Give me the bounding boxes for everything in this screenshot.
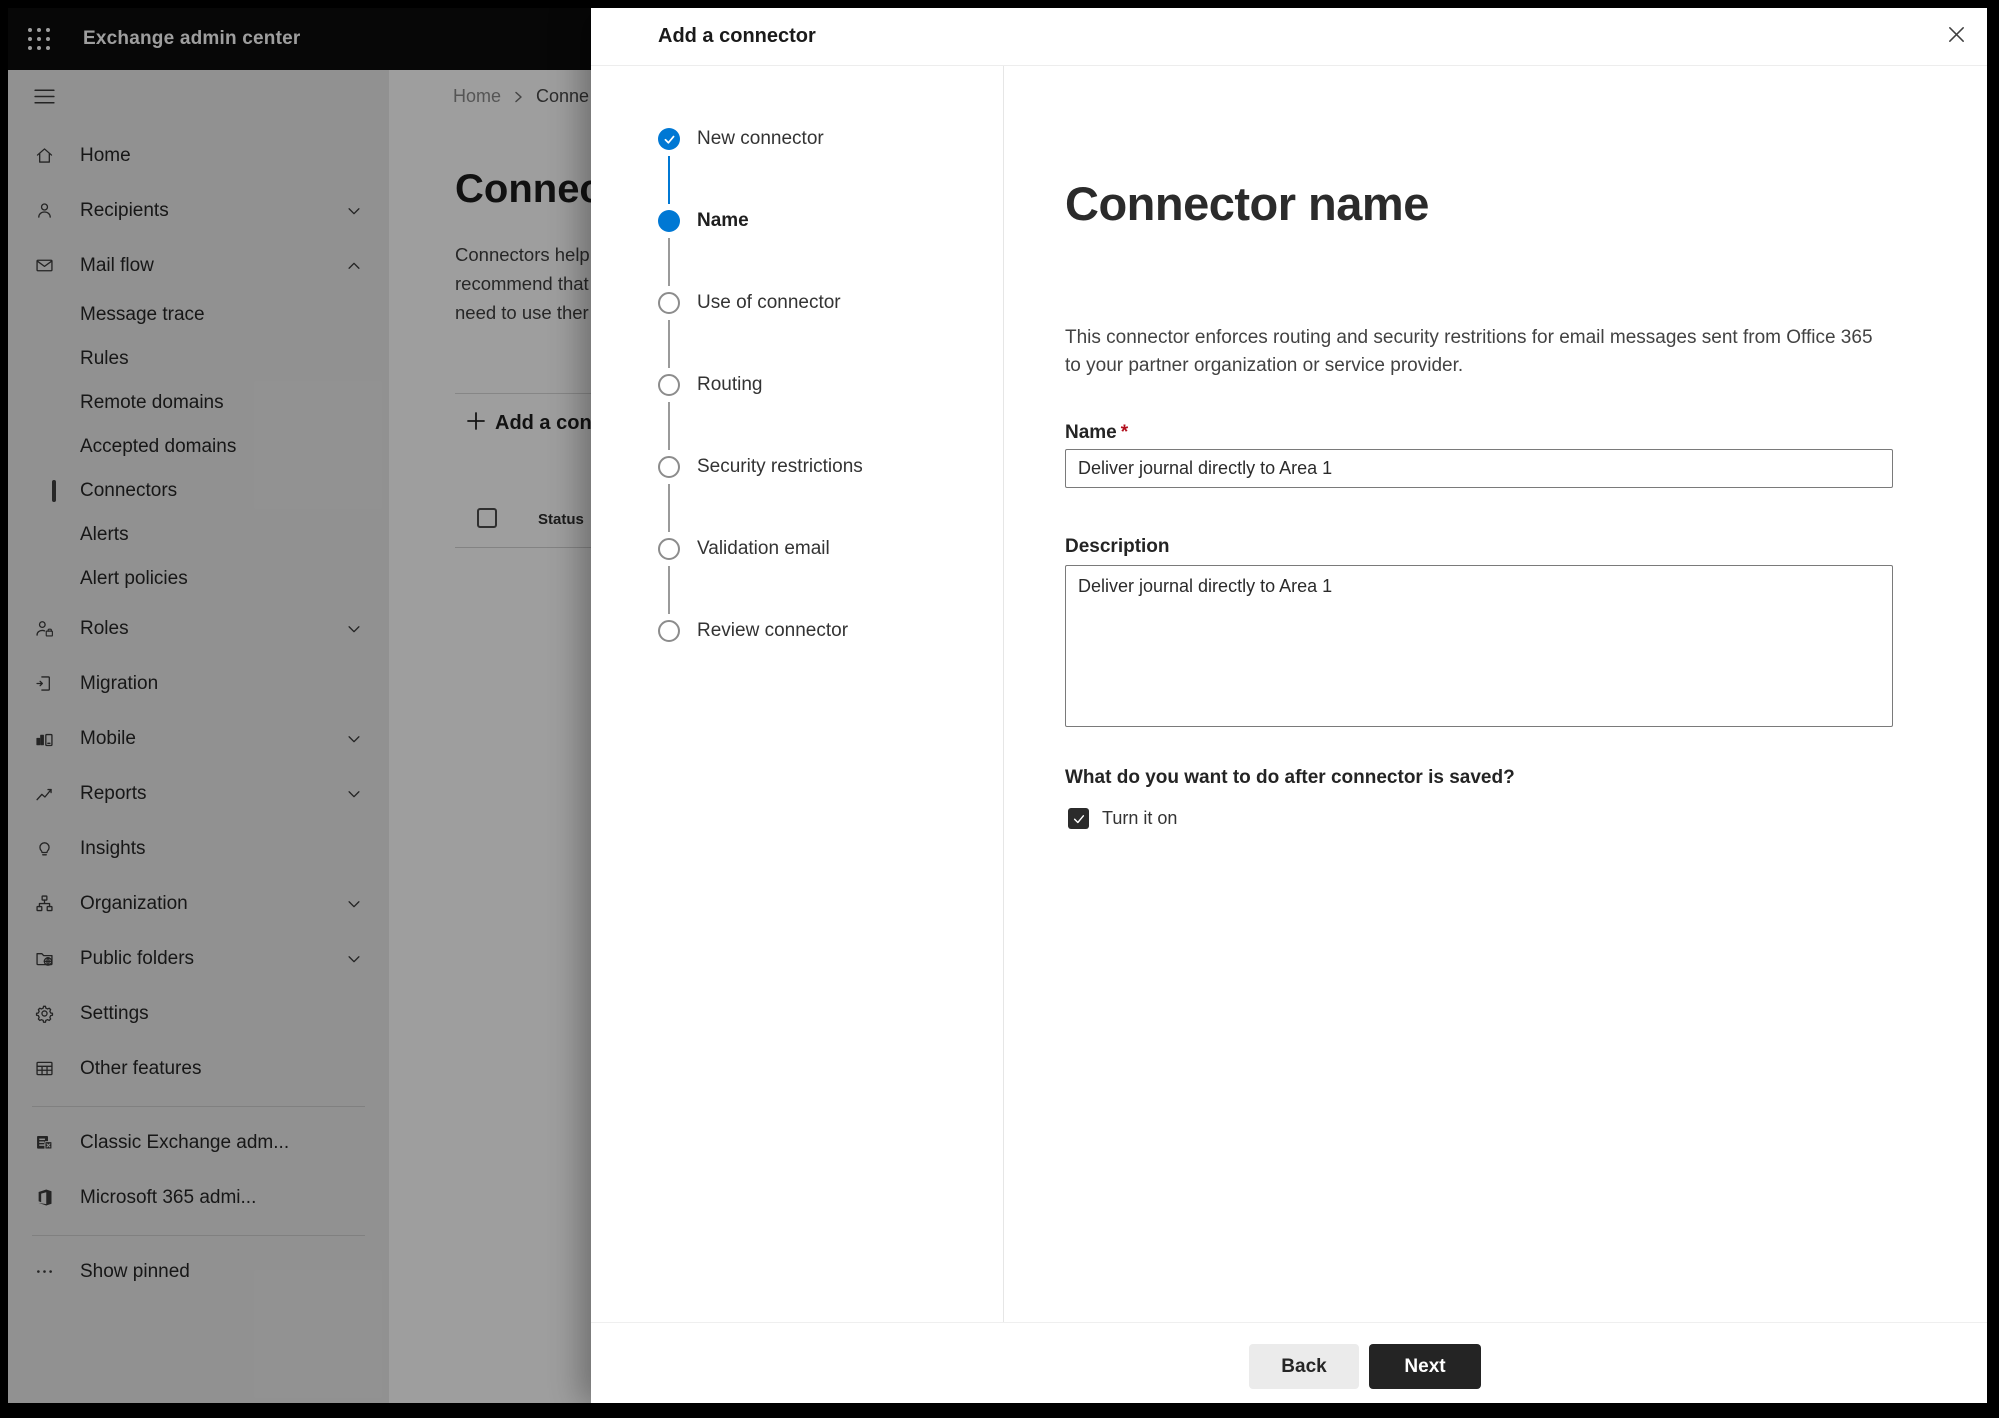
checkbox-checked-icon[interactable]	[1068, 808, 1089, 829]
step-upcoming-dot	[658, 292, 680, 314]
connector-description-textarea[interactable]: Deliver journal directly to Area 1	[1065, 565, 1893, 727]
connector-name-input[interactable]	[1065, 449, 1893, 488]
step-review-connector[interactable]: Review connector	[658, 620, 1003, 702]
close-button[interactable]	[1941, 21, 1971, 51]
after-save-question: What do you want to do after connector i…	[1065, 767, 1515, 788]
step-new-connector[interactable]: New connector	[658, 128, 1003, 210]
next-button[interactable]: Next	[1369, 1344, 1481, 1389]
name-field-label: Name *	[1065, 422, 1129, 443]
add-connector-dialog: Add a connector New connector Name Use o…	[591, 8, 1987, 1403]
dialog-title: Add a connector	[658, 25, 816, 47]
required-asterisk: *	[1120, 422, 1129, 443]
turn-it-on-checkbox-row[interactable]: Turn it on	[1068, 808, 1177, 829]
exchange-admin-screenshot: { "topbar": { "title": "Exchange admin c…	[0, 0, 1999, 1418]
step-upcoming-dot	[658, 374, 680, 396]
page-heading: Connector name	[1065, 177, 1429, 230]
step-upcoming-dot	[658, 620, 680, 642]
dialog-header: Add a connector	[591, 8, 1987, 66]
wizard-content-pane: Connector name This connector enforces r…	[1004, 66, 1987, 1322]
step-completed-check-icon	[658, 128, 680, 150]
step-current-dot	[658, 210, 680, 232]
turn-it-on-label: Turn it on	[1102, 808, 1178, 828]
step-name[interactable]: Name	[658, 210, 1003, 292]
dialog-body: New connector Name Use of connector Rout…	[591, 66, 1987, 1322]
step-security-restrictions[interactable]: Security restrictions	[658, 456, 1003, 538]
back-button[interactable]: Back	[1249, 1344, 1359, 1389]
connector-description-text: This connector enforces routing and secu…	[1065, 327, 1873, 376]
app-window: Exchange admin center Home Recipients Ma…	[8, 8, 1987, 1403]
step-validation-email[interactable]: Validation email	[658, 538, 1003, 620]
step-routing[interactable]: Routing	[658, 374, 1003, 456]
description-field-label: Description	[1065, 536, 1170, 557]
close-icon	[1946, 24, 1967, 48]
step-use-of-connector[interactable]: Use of connector	[658, 292, 1003, 374]
step-upcoming-dot	[658, 538, 680, 560]
wizard-steps-rail: New connector Name Use of connector Rout…	[591, 66, 1004, 1322]
step-upcoming-dot	[658, 456, 680, 478]
dialog-footer: Back Next	[591, 1322, 1987, 1403]
